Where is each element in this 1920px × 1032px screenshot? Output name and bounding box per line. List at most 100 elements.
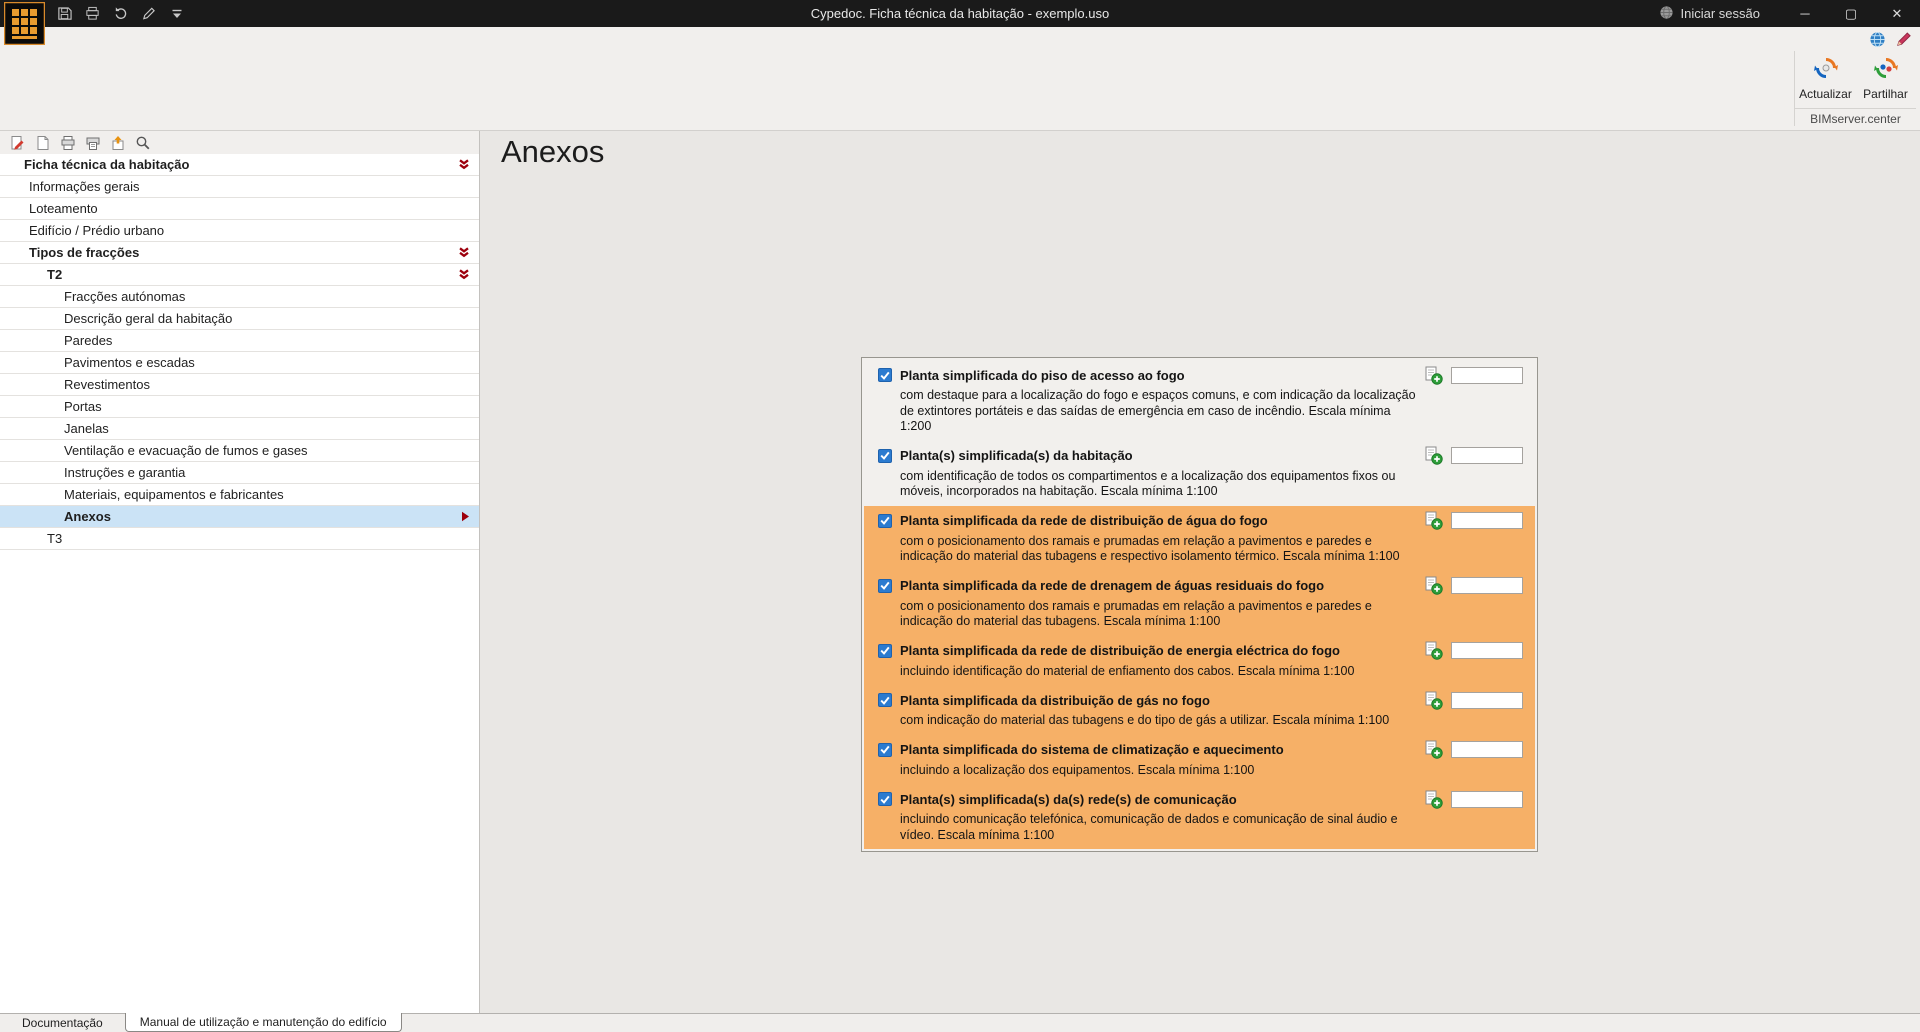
titlebar: Cypedoc. Ficha técnica da habitação - ex…: [0, 0, 1920, 46]
print-icon[interactable]: [59, 134, 77, 152]
annex-scale-input[interactable]: [1451, 642, 1523, 659]
add-document-icon[interactable]: [1423, 511, 1443, 530]
search-icon[interactable]: [134, 134, 152, 152]
tree-item[interactable]: T3: [0, 528, 479, 550]
annex-title: Planta simplificada da rede de drenagem …: [900, 578, 1325, 593]
print-icon[interactable]: [84, 5, 101, 22]
tree-item[interactable]: Paredes: [0, 330, 479, 352]
tree-item[interactable]: Revestimentos: [0, 374, 479, 396]
tree-item-label: Loteamento: [29, 201, 98, 216]
page-title: Anexos: [501, 134, 605, 169]
tree-item[interactable]: Informações gerais: [0, 176, 479, 198]
annex-checkbox[interactable]: [878, 742, 892, 757]
tree-item[interactable]: Descrição geral da habitação: [0, 308, 479, 330]
edit-document-icon[interactable]: [9, 134, 27, 152]
tree-item[interactable]: Portas: [0, 396, 479, 418]
sidebar: Ficha técnica da habitação Informações g…: [0, 131, 480, 1013]
ribbon-mini-icons: [1868, 30, 1913, 49]
tree-item-label: Informações gerais: [29, 179, 140, 194]
annex-checkbox[interactable]: [878, 578, 892, 593]
annex-checkbox[interactable]: [878, 368, 892, 382]
add-document-icon[interactable]: [1423, 790, 1443, 809]
tree-item[interactable]: Anexos: [0, 506, 479, 528]
annex-title: Planta simplificada da rede de distribui…: [900, 643, 1340, 658]
annex-scale-input[interactable]: [1451, 790, 1523, 808]
annex-title: Planta simplificada da rede de distribui…: [900, 513, 1268, 528]
annex-description: com destaque para a localização do fogo …: [900, 388, 1416, 433]
tree-item[interactable]: Janelas: [0, 418, 479, 440]
undo-icon[interactable]: [112, 5, 129, 22]
add-document-icon[interactable]: [1423, 576, 1443, 595]
tree-item[interactable]: Materiais, equipamentos e fabricantes: [0, 484, 479, 506]
maximize-button[interactable]: ▢: [1828, 0, 1874, 27]
sync-icon: [1813, 55, 1839, 84]
add-document-icon[interactable]: [1423, 740, 1443, 759]
globe-icon: [1659, 5, 1674, 23]
tab-documentacao[interactable]: Documentação: [8, 1014, 117, 1032]
tree-item[interactable]: Ficha técnica da habitação: [0, 154, 479, 176]
tree-item[interactable]: T2: [0, 264, 479, 286]
export-icon[interactable]: [109, 134, 127, 152]
annex-scale-input[interactable]: [1451, 447, 1523, 464]
tree-item[interactable]: Loteamento: [0, 198, 479, 220]
tree-item-label: Janelas: [64, 421, 109, 436]
save-icon[interactable]: [56, 5, 73, 22]
tree-item[interactable]: Edifício / Prédio urbano: [0, 220, 479, 242]
annex-checkbox[interactable]: [878, 792, 892, 806]
content: Ficha técnica da habitação Informações g…: [0, 131, 1920, 1013]
tree-item-label: Descrição geral da habitação: [64, 311, 233, 326]
tab-manual-utilizacao[interactable]: Manual de utilização e manutenção do edi…: [124, 1013, 402, 1032]
main-area: Anexos Planta simplificada do piso de ac…: [480, 131, 1920, 1013]
add-document-icon[interactable]: [1423, 641, 1443, 660]
expand-arrow-icon[interactable]: [458, 247, 470, 258]
annex-checkbox[interactable]: [878, 513, 892, 528]
selected-arrow-icon: [461, 511, 470, 522]
annex-panel: Planta simplificada do piso de acesso ao…: [861, 357, 1538, 852]
annex-title: Planta simplificada da distribuição de g…: [900, 692, 1210, 708]
share-button[interactable]: Partilhar: [1859, 53, 1913, 103]
pen-icon[interactable]: [1894, 30, 1913, 49]
add-document-icon[interactable]: [1423, 446, 1443, 465]
tree-item-label: T2: [47, 267, 63, 282]
world-icon[interactable]: [1868, 30, 1887, 49]
annex-scale-input[interactable]: [1451, 741, 1523, 758]
annex-checkbox[interactable]: [878, 643, 892, 658]
annex-title: Planta(s) simplificada(s) da habitação: [900, 448, 1133, 463]
expand-arrow-icon[interactable]: [458, 159, 470, 170]
annex-header-row: Planta simplificada da distribuição de g…: [878, 690, 1523, 710]
add-document-icon[interactable]: [1423, 691, 1443, 710]
annex-description: com o posicionamento dos ramais e prumad…: [900, 533, 1400, 564]
expand-arrow-icon[interactable]: [458, 269, 470, 280]
annex-scale-input[interactable]: [1451, 577, 1523, 594]
update-label: Actualizar: [1799, 87, 1852, 101]
tree-item-label: Fracções autónomas: [64, 289, 186, 304]
annex-scale-input[interactable]: [1451, 512, 1523, 529]
annex-checkbox[interactable]: [878, 693, 892, 707]
new-document-icon[interactable]: [34, 134, 52, 152]
tree-item-label: Portas: [64, 399, 102, 414]
annex-description: incluindo identificação do material de e…: [900, 663, 1355, 678]
toolbar-options-icon[interactable]: [168, 5, 185, 22]
tree-item[interactable]: Instruções e garantia: [0, 462, 479, 484]
minimize-button[interactable]: ─: [1782, 0, 1828, 27]
annex-scale-input[interactable]: [1451, 691, 1523, 709]
close-button[interactable]: ✕: [1874, 0, 1920, 27]
annex-header-row: Planta simplificada do piso de acesso ao…: [878, 365, 1523, 385]
bottom-tabbar: Documentação Manual de utilização e manu…: [0, 1013, 1920, 1032]
tree-item-label: Ficha técnica da habitação: [24, 157, 190, 172]
tree-item[interactable]: Fracções autónomas: [0, 286, 479, 308]
login-button[interactable]: Iniciar sessão: [1659, 5, 1760, 23]
edit-icon[interactable]: [140, 5, 157, 22]
print-preview-icon[interactable]: [84, 134, 102, 152]
tree-item[interactable]: Tipos de fracções: [0, 242, 479, 264]
app-icon[interactable]: [3, 1, 46, 46]
annex-header-row: Planta simplificada da rede de distribui…: [878, 511, 1523, 531]
add-document-icon[interactable]: [1423, 366, 1443, 385]
annex-scale-input[interactable]: [1451, 366, 1523, 384]
update-button[interactable]: Actualizar: [1799, 53, 1853, 103]
annex-header-row: Planta simplificada da rede de drenagem …: [878, 576, 1523, 596]
annex-checkbox[interactable]: [878, 448, 892, 463]
annex-item: Planta simplificada do sistema de climat…: [864, 734, 1535, 784]
tree-item[interactable]: Ventilação e evacuação de fumos e gases: [0, 440, 479, 462]
tree-item[interactable]: Pavimentos e escadas: [0, 352, 479, 374]
